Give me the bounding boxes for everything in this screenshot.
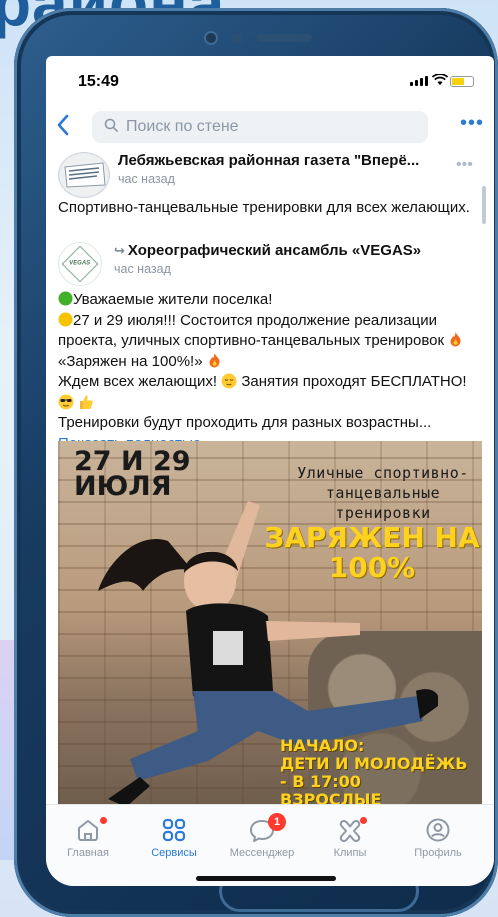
relieved-face-icon bbox=[221, 373, 237, 389]
clips-icon bbox=[310, 815, 390, 845]
yellow-circle-icon bbox=[58, 312, 73, 326]
tab-messenger[interactable]: 1 Мессенджер bbox=[222, 813, 302, 859]
home-indicator[interactable] bbox=[196, 876, 336, 881]
tab-services-label: Сервисы bbox=[151, 847, 197, 859]
promo-start-info: НАЧАЛО: ДЕТИ И МОЛОДЁЖЬ - В 17:00 ВЗРОСЛ… bbox=[280, 736, 468, 809]
cellular-signal-icon bbox=[410, 76, 428, 86]
repost-icon: ↪ bbox=[114, 243, 125, 258]
repost-line-5: Занятия проходят БЕСПЛАТНО! bbox=[241, 373, 467, 390]
post-header: Лебяжьевская районная газета "Вперё... ч… bbox=[58, 152, 419, 198]
repost-line-1: Уважаемые жители поселка! bbox=[73, 291, 273, 308]
green-circle-icon bbox=[58, 291, 73, 306]
notification-dot bbox=[360, 817, 367, 824]
status-time: 15:49 bbox=[78, 73, 119, 90]
fire-icon bbox=[450, 332, 461, 347]
post-photo[interactable]: 27 И 29 ИЮЛЯ Уличные спортивно-танцевальн… bbox=[58, 441, 482, 811]
tab-services[interactable]: Сервисы bbox=[134, 815, 214, 859]
repost-line-6: Тренировки будут проходить для разных во… bbox=[58, 414, 432, 431]
status-bar: 15:49 bbox=[46, 56, 494, 98]
post-menu-button[interactable]: ••• bbox=[456, 156, 473, 174]
phone-bezel bbox=[204, 30, 324, 46]
camera-icon bbox=[204, 31, 218, 45]
wall-search-header: Поиск по стене ••• bbox=[46, 108, 494, 148]
newspaper-logo-icon bbox=[60, 154, 108, 196]
profile-icon bbox=[398, 815, 478, 845]
bottom-tab-bar: Главная Сервисы 1 Мессенджер Клипы Профи… bbox=[46, 804, 494, 886]
battery-icon bbox=[450, 76, 474, 87]
repost-line-3: «Заряжен на 100%!» bbox=[58, 352, 203, 370]
promo-date: 27 И 29 ИЮЛЯ bbox=[74, 446, 191, 502]
chevron-left-icon bbox=[57, 114, 69, 136]
messenger-badge: 1 bbox=[268, 813, 286, 831]
promo-headline: ЗАРЯЖЕН НА 100% bbox=[264, 521, 480, 584]
messenger-icon: 1 bbox=[222, 813, 302, 845]
repost-line-4: Ждем всех желающих! bbox=[58, 373, 218, 390]
notification-dot bbox=[100, 817, 107, 824]
app-screen: 15:49 Поиск по стене ••• Лебяжьевская ра… bbox=[46, 56, 494, 886]
repost-time: час назад bbox=[114, 262, 171, 276]
search-placeholder: Поиск по стене bbox=[126, 118, 239, 135]
newspaper-avatar[interactable] bbox=[58, 152, 110, 198]
more-options-button[interactable]: ••• bbox=[460, 112, 484, 135]
wifi-icon bbox=[431, 73, 449, 89]
thumbs-up-icon bbox=[80, 395, 93, 409]
services-icon bbox=[134, 815, 214, 845]
wall-search-input[interactable]: Поиск по стене bbox=[92, 111, 428, 143]
tab-home-label: Главная bbox=[67, 847, 109, 859]
post-time: час назад bbox=[118, 172, 175, 186]
tab-messenger-label: Мессенджер bbox=[229, 847, 295, 859]
repost-text: Уважаемые жители поселка! 27 и 29 июля!!… bbox=[58, 290, 484, 454]
post-text: Спортивно-танцевальные тренировки для вс… bbox=[58, 199, 470, 216]
tab-profile-label: Профиль bbox=[414, 847, 462, 859]
sunglasses-face-icon bbox=[58, 394, 74, 409]
back-button[interactable] bbox=[56, 112, 70, 142]
home-icon bbox=[48, 815, 128, 845]
tab-home[interactable]: Главная bbox=[48, 815, 128, 859]
search-icon bbox=[104, 118, 118, 136]
vegas-avatar[interactable]: VEGAS bbox=[58, 242, 102, 286]
tab-clips[interactable]: Клипы bbox=[310, 815, 390, 859]
repost-author[interactable]: Хореографический ансамбль «VEGAS» bbox=[128, 242, 421, 259]
speaker-grille bbox=[256, 34, 312, 42]
tab-clips-label: Клипы bbox=[333, 847, 367, 859]
fire-icon bbox=[209, 352, 220, 367]
repost-line-2: 27 и 29 июля!!! Состоится продолжение ре… bbox=[58, 311, 445, 350]
post-author[interactable]: Лебяжьевская районная газета "Вперё... bbox=[118, 152, 419, 169]
sensor-icon bbox=[232, 33, 242, 43]
vegas-logo-icon: VEGAS bbox=[61, 245, 99, 283]
promo-subtitle: Уличные спортивно-танцевальные тренировк… bbox=[297, 464, 469, 522]
repost-header: VEGAS ↪ Хореографический ансамбль «VEGAS»… bbox=[58, 242, 421, 286]
tab-profile[interactable]: Профиль bbox=[398, 815, 478, 859]
